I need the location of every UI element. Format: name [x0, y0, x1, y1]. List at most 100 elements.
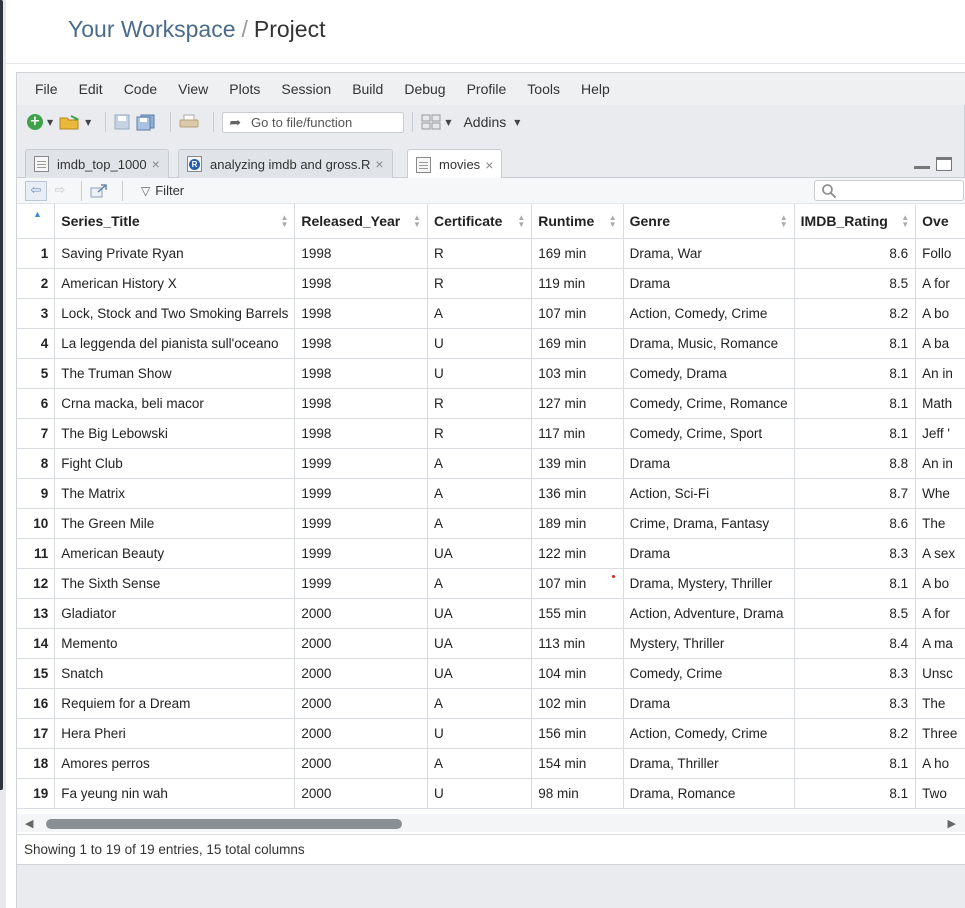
- new-file-icon: +: [27, 114, 43, 130]
- row-number-cell: 6: [17, 388, 56, 419]
- table-row[interactable]: 16 Requiem for a Dream 2000 A 102 min Drama 8.…: [17, 688, 965, 719]
- maximize-icon[interactable]: [936, 157, 952, 171]
- sort-icon: ▲ ▼: [413, 213, 421, 229]
- cell-genre: Drama, Music, Romance: [623, 328, 795, 359]
- cell-genre: Drama, Thriller: [623, 748, 795, 779]
- column-header-released-year[interactable]: Released_Year ▲ ▼: [294, 204, 428, 239]
- menu-plots[interactable]: Plots: [229, 81, 260, 97]
- menu-help[interactable]: Help: [581, 81, 610, 97]
- menu-edit[interactable]: Edit: [79, 81, 103, 97]
- column-header-overview[interactable]: Ove: [915, 204, 965, 239]
- table-row[interactable]: 10 The Green Mile 1999 A 189 min Crime, Drama…: [17, 508, 965, 539]
- tab-movies[interactable]: movies ×: [407, 149, 503, 179]
- table-row[interactable]: 11 American Beauty 1999 UA 122 min Drama 8.3 A …: [17, 538, 965, 569]
- filter-button[interactable]: ▽ Filter: [141, 183, 184, 198]
- save-all-button[interactable]: [136, 111, 156, 133]
- table-row[interactable]: 1 Saving Private Ryan 1998 R 169 min Drama, W…: [17, 238, 965, 269]
- menu-debug[interactable]: Debug: [404, 81, 445, 97]
- table-row[interactable]: 7 The Big Lebowski 1998 R 117 min Comedy, Cri…: [17, 418, 965, 449]
- menu-tools[interactable]: Tools: [527, 81, 560, 97]
- addins-label: Addins: [463, 114, 507, 130]
- cell-imdb-rating: 8.6: [794, 508, 917, 539]
- row-number-header[interactable]: ▲: [17, 204, 56, 239]
- table-row[interactable]: 3 Lock, Stock and Two Smoking Barrels 1998…: [17, 298, 965, 329]
- open-file-button[interactable]: ▼: [59, 111, 91, 133]
- menu-code[interactable]: Code: [124, 81, 157, 97]
- row-number-cell: 15: [17, 658, 56, 689]
- close-icon[interactable]: ×: [485, 157, 493, 173]
- table-row[interactable]: 19 Fa yeung nin wah 2000 U 98 min Drama, Roma…: [17, 778, 965, 809]
- goto-placeholder: Go to file/function: [251, 114, 353, 130]
- print-button[interactable]: [179, 111, 199, 133]
- close-icon[interactable]: ×: [152, 156, 160, 172]
- table-row[interactable]: 15 Snatch 2000 UA 104 min Comedy, Crime 8.3 Uns…: [17, 658, 965, 689]
- cell-imdb-rating: 8.3: [794, 658, 917, 689]
- addins-button[interactable]: Addins ▼: [457, 111, 520, 133]
- menu-session[interactable]: Session: [281, 81, 331, 97]
- cell-overview: Two: [915, 778, 965, 809]
- cell-series-title: Snatch: [54, 658, 296, 689]
- data-table-icon: [416, 156, 431, 173]
- scroll-right-icon[interactable]: ▶: [948, 817, 956, 830]
- column-header-runtime[interactable]: Runtime ▲ ▼: [531, 204, 624, 239]
- lower-pane-strip: [17, 864, 965, 908]
- cell-runtime: 107 min: [531, 568, 624, 599]
- goto-file-function-input[interactable]: ➦ Go to file/function: [222, 111, 405, 133]
- new-file-button[interactable]: + ▼: [27, 111, 53, 133]
- table-row[interactable]: 12 The Sixth Sense 1999 A 107 min Drama, Myst…: [17, 568, 965, 599]
- cell-genre: Action, Comedy, Crime: [623, 718, 795, 749]
- minimize-icon[interactable]: [914, 157, 930, 169]
- back-arrow-icon[interactable]: ⇦: [25, 180, 47, 201]
- column-header-imdb-rating[interactable]: IMDB_Rating ▲ ▼: [794, 204, 917, 239]
- column-header-series-title[interactable]: Series_Title ▲ ▼: [54, 204, 296, 239]
- popout-button[interactable]: [90, 180, 108, 202]
- scrollbar-thumb[interactable]: [46, 819, 402, 829]
- cell-genre: Drama, War: [623, 238, 795, 269]
- menu-view[interactable]: View: [178, 81, 208, 97]
- table-row[interactable]: 13 Gladiator 2000 UA 155 min Action, Adventur…: [17, 598, 965, 629]
- save-button[interactable]: [114, 111, 130, 133]
- sort-icon: ▲ ▼: [517, 213, 526, 229]
- cell-released-year: 1998: [294, 238, 428, 269]
- cell-overview: Unsc: [915, 658, 965, 689]
- horizontal-scrollbar[interactable]: ◀ ▶: [17, 814, 965, 832]
- cell-overview: A bo: [915, 298, 965, 329]
- cell-imdb-rating: 8.1: [794, 778, 917, 809]
- breadcrumb-workspace[interactable]: Your Workspace: [68, 16, 235, 42]
- cell-series-title: Memento: [54, 628, 296, 659]
- table-search-input[interactable]: [814, 180, 964, 201]
- table-row[interactable]: 2 American History X 1998 R 119 min Drama 8.5 A…: [17, 268, 965, 299]
- menu-profile[interactable]: Profile: [467, 81, 507, 97]
- chevron-down-icon: ▼: [47, 117, 54, 127]
- menu-build[interactable]: Build: [352, 81, 383, 97]
- tab-imdb-top-1000[interactable]: imdb_top_1000 ×: [25, 149, 169, 178]
- data-viewer-toolbar: ⇦ ⇨ ▽ Filter: [17, 178, 965, 204]
- cell-series-title: Gladiator: [54, 598, 296, 629]
- close-icon[interactable]: ×: [375, 156, 383, 172]
- table-row[interactable]: 18 Amores perros 2000 A 154 min Drama, Thrill…: [17, 748, 965, 779]
- toolbar-separator: [81, 180, 82, 201]
- pane-layout-button[interactable]: ▼: [421, 111, 451, 133]
- menu-file[interactable]: File: [35, 81, 58, 97]
- toolbar-separator: [170, 112, 172, 132]
- column-header-certificate[interactable]: Certificate ▲ ▼: [427, 204, 533, 239]
- row-number-cell: 19: [17, 778, 56, 809]
- table-row[interactable]: 5 The Truman Show 1998 U 103 min Comedy, Dram…: [17, 358, 965, 389]
- table-row[interactable]: 9 The Matrix 1999 A 136 min Action, Sci-Fi 8.7…: [17, 478, 965, 509]
- table-row[interactable]: 8 Fight Club 1999 A 139 min Drama 8.8 An in: [17, 448, 965, 479]
- table-row[interactable]: 17 Hera Pheri 2000 U 156 min Action, Comedy, …: [17, 718, 965, 749]
- cell-imdb-rating: 8.1: [794, 748, 917, 779]
- column-header-genre[interactable]: Genre ▲ ▼: [623, 204, 795, 239]
- cell-genre: Comedy, Crime: [623, 658, 795, 689]
- forward-arrow-icon[interactable]: ⇨: [49, 181, 71, 201]
- cell-genre: Drama, Romance: [623, 778, 795, 809]
- scroll-left-icon[interactable]: ◀: [25, 817, 33, 830]
- breadcrumb-project: Project: [253, 16, 326, 42]
- table-row[interactable]: 14 Memento 2000 UA 113 min Mystery, Thriller 8…: [17, 628, 965, 659]
- table-row[interactable]: 6 Crna macka, beli macor 1998 R 127 min Comed…: [17, 388, 965, 419]
- tab-analyzing-imdb-script[interactable]: Ranalyzing imdb and gross.R ×: [178, 149, 393, 178]
- cell-imdb-rating: 8.1: [794, 358, 917, 389]
- cell-certificate: A: [427, 508, 533, 539]
- table-row[interactable]: 4 La leggenda del pianista sull'oceano 199…: [17, 328, 965, 359]
- cell-imdb-rating: 8.1: [794, 388, 917, 419]
